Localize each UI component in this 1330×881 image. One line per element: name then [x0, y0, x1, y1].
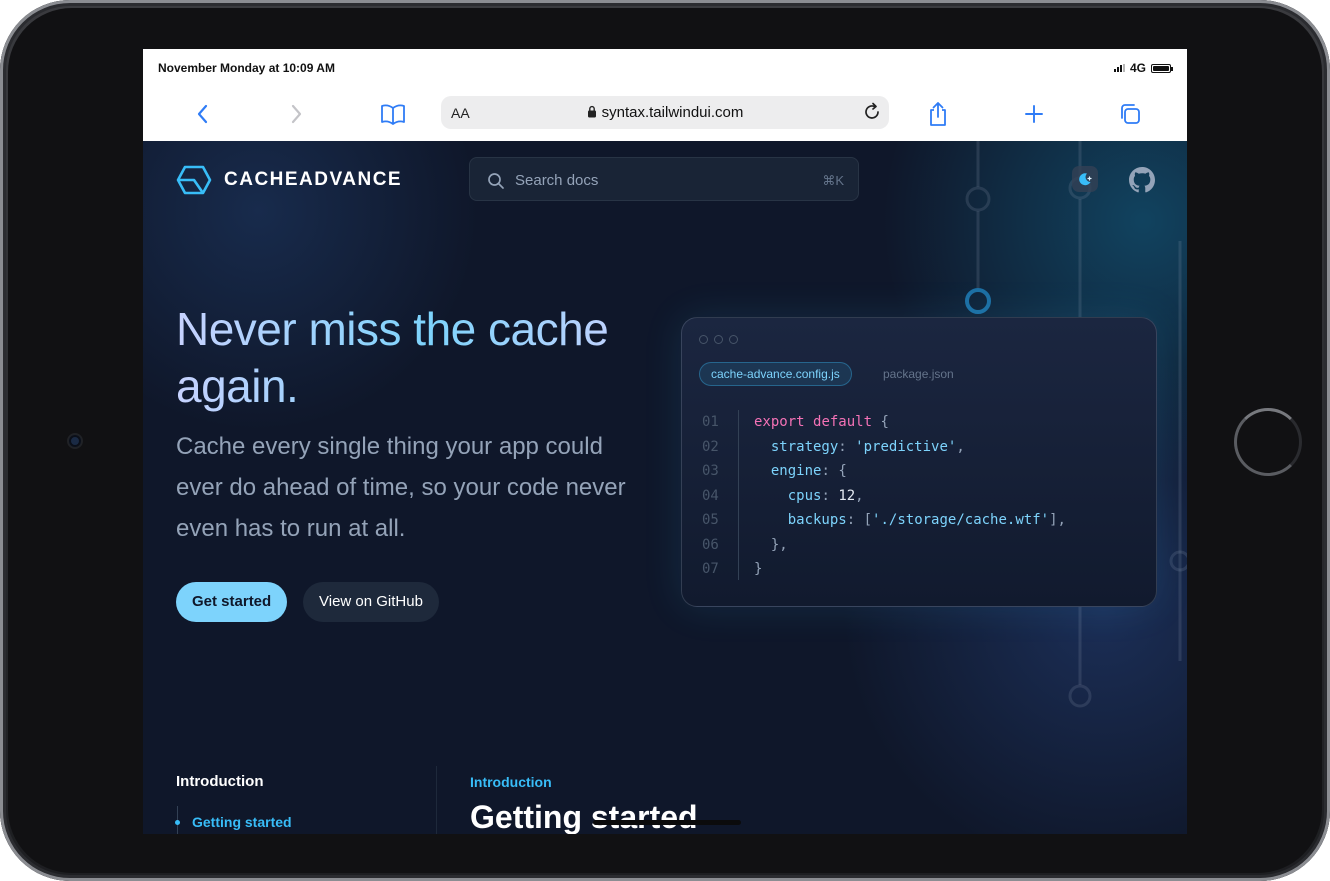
sidebar-active-dot [175, 820, 180, 825]
line-number: 04 [702, 487, 719, 504]
code-window: cache-advance.config.js package.json 01 … [681, 317, 1157, 607]
browser-toolbar: AA syntax.tailwindui.com [143, 87, 1187, 142]
line-number: 07 [702, 561, 719, 577]
status-bar: November Monday at 10:09 AM 4G [143, 49, 1187, 87]
site-logo[interactable]: CACHEADVANCE [176, 165, 402, 195]
search-icon [488, 173, 504, 189]
sidebar-section-title: Introduction [176, 773, 264, 790]
moon-icon [1079, 173, 1092, 186]
code-line: export default { [754, 414, 889, 430]
sidebar-item-getting-started[interactable]: Getting started [192, 814, 292, 830]
share-icon[interactable] [924, 100, 952, 128]
forward-chevron-icon[interactable] [283, 100, 311, 128]
code-line: }, [770, 536, 788, 553]
line-number: 03 [702, 463, 719, 479]
status-time: November Monday at 10:09 AM [158, 61, 335, 75]
signal-icon [1113, 64, 1125, 72]
tab-config-file[interactable]: cache-advance.config.js [699, 362, 852, 386]
hero-subtitle: Cache every single thing your app could … [176, 433, 626, 542]
front-camera [69, 435, 81, 447]
back-chevron-icon[interactable] [188, 100, 216, 128]
view-on-github-button[interactable]: View on GitHub [303, 582, 439, 622]
column-divider [436, 766, 437, 834]
page-title: Getting started [470, 799, 698, 834]
hero-title: Never miss the cache again. [176, 301, 636, 415]
web-page: CACHEADVANCE Search docs ⌘K Never miss t… [143, 141, 1187, 834]
line-number: 05 [702, 512, 719, 528]
line-number: 02 [702, 438, 719, 455]
hexagon-logo-icon [176, 165, 212, 195]
reload-icon[interactable] [861, 101, 883, 123]
ipad-frame: November Monday at 10:09 AM 4G AA syntax [0, 0, 1330, 881]
new-tab-plus-icon[interactable] [1020, 100, 1048, 128]
status-indicators: 4G [1113, 61, 1173, 75]
code-line: engine: { [770, 463, 847, 479]
network-label: 4G [1129, 61, 1146, 75]
code-line: cpus: 12, [787, 487, 864, 504]
url-display[interactable]: syntax.tailwindui.com [441, 104, 889, 121]
lock-icon [587, 105, 596, 118]
code-line: strategy: 'predictive', [770, 438, 965, 455]
line-number-divider [738, 410, 739, 580]
search-input[interactable]: Search docs ⌘K [469, 157, 859, 201]
url-text: syntax.tailwindui.com [601, 104, 744, 121]
code-line: backups: ['./storage/cache.wtf'], [787, 512, 1066, 528]
theme-toggle-button[interactable] [1072, 166, 1098, 192]
screen: November Monday at 10:09 AM 4G AA syntax [143, 49, 1187, 834]
code-line: } [754, 561, 763, 577]
home-indicator [593, 820, 741, 825]
get-started-button[interactable]: Get started [176, 582, 288, 622]
battery-icon [1151, 63, 1173, 73]
address-bar[interactable]: AA syntax.tailwindui.com [441, 96, 889, 129]
search-placeholder: Search docs [515, 172, 599, 189]
line-number: 01 [702, 414, 719, 430]
window-dots [699, 335, 738, 344]
breadcrumb[interactable]: Introduction [470, 774, 552, 790]
search-shortcut: ⌘K [822, 173, 844, 188]
rotation-indicator [1234, 408, 1302, 476]
tab-package-json[interactable]: package.json [883, 367, 954, 381]
line-number: 06 [702, 536, 719, 553]
bookmarks-book-icon[interactable] [379, 100, 407, 128]
tabs-overview-icon[interactable] [1116, 100, 1144, 128]
github-icon[interactable] [1129, 167, 1155, 198]
logo-text: CACHEADVANCE [224, 169, 403, 190]
